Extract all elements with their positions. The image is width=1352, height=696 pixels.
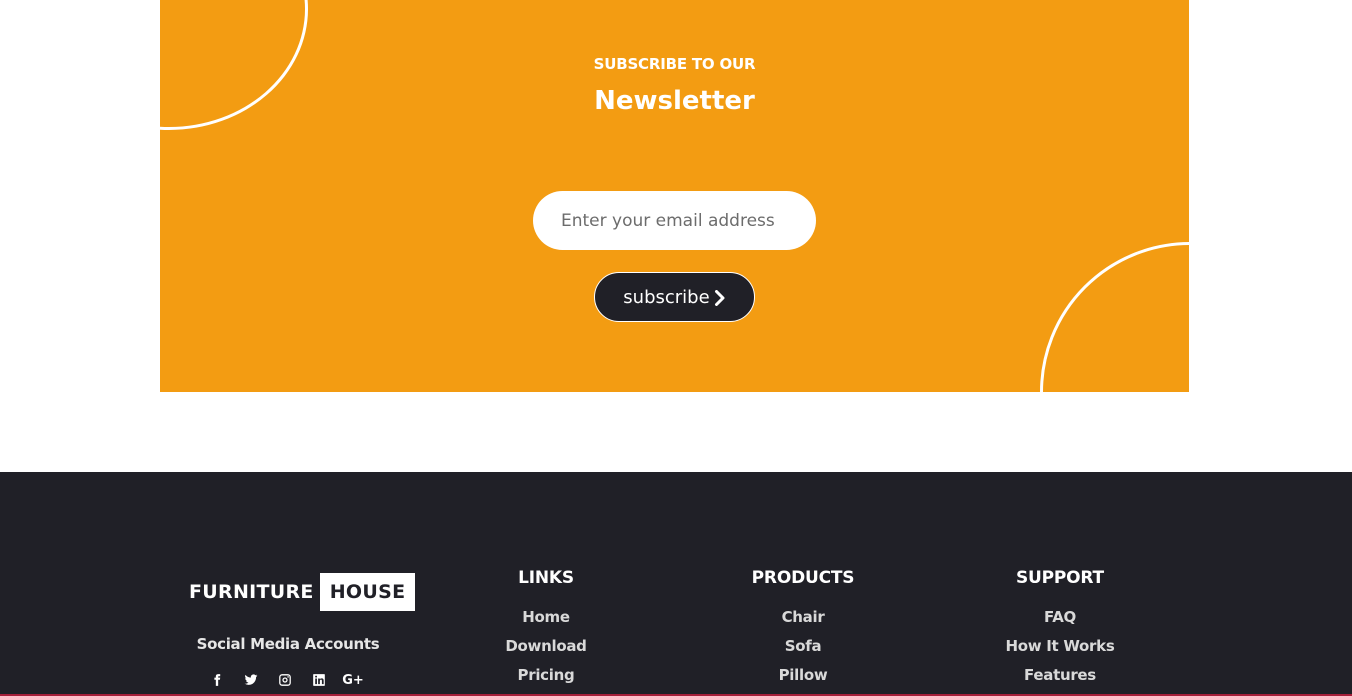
decorative-circle-bottom-right xyxy=(1040,242,1189,392)
logo-text-house: HOUSE xyxy=(319,573,416,611)
footer-link-home[interactable]: Home xyxy=(446,608,646,627)
newsletter-section: SUBSCRIBE TO OUR Newsletter subscribe xyxy=(160,0,1189,392)
social-icons-row: G+ xyxy=(207,670,364,690)
footer-links-column: LINKS Home Download Pricing xyxy=(446,568,646,695)
footer-link-features[interactable]: Features xyxy=(960,666,1160,685)
footer-logo[interactable]: FURNITURE HOUSE xyxy=(189,573,416,611)
products-heading: PRODUCTS xyxy=(751,568,855,588)
footer-link-faq[interactable]: FAQ xyxy=(960,608,1160,627)
links-heading: LINKS xyxy=(518,568,574,588)
footer-link-sofa[interactable]: Sofa xyxy=(703,637,903,656)
twitter-icon[interactable] xyxy=(241,670,261,690)
subscribe-button[interactable]: subscribe xyxy=(594,272,755,322)
footer-link-pricing[interactable]: Pricing xyxy=(446,666,646,685)
email-input[interactable] xyxy=(533,191,816,250)
site-footer: FURNITURE HOUSE Social Media Accounts G+… xyxy=(0,472,1352,696)
instagram-icon[interactable] xyxy=(275,670,295,690)
google-plus-icon[interactable]: G+ xyxy=(342,670,364,690)
footer-link-pillow[interactable]: Pillow xyxy=(703,666,903,685)
footer-link-chair[interactable]: Chair xyxy=(703,608,903,627)
linkedin-icon[interactable] xyxy=(309,670,329,690)
footer-products-column: PRODUCTS Chair Sofa Pillow xyxy=(703,568,903,695)
support-heading: SUPPORT xyxy=(1016,568,1104,588)
newsletter-title: Newsletter xyxy=(594,86,755,116)
footer-link-how-it-works[interactable]: How It Works xyxy=(960,637,1160,656)
chevron-right-icon xyxy=(714,289,725,306)
footer-support-column: SUPPORT FAQ How It Works Features xyxy=(960,568,1160,695)
footer-link-download[interactable]: Download xyxy=(446,637,646,656)
facebook-icon[interactable] xyxy=(207,670,227,690)
subscribe-button-label: subscribe xyxy=(623,286,710,308)
google-plus-text: G+ xyxy=(342,672,364,688)
social-media-label: Social Media Accounts xyxy=(196,635,380,653)
newsletter-eyebrow: SUBSCRIBE TO OUR xyxy=(593,55,756,73)
logo-text-furniture: FURNITURE xyxy=(189,581,314,603)
